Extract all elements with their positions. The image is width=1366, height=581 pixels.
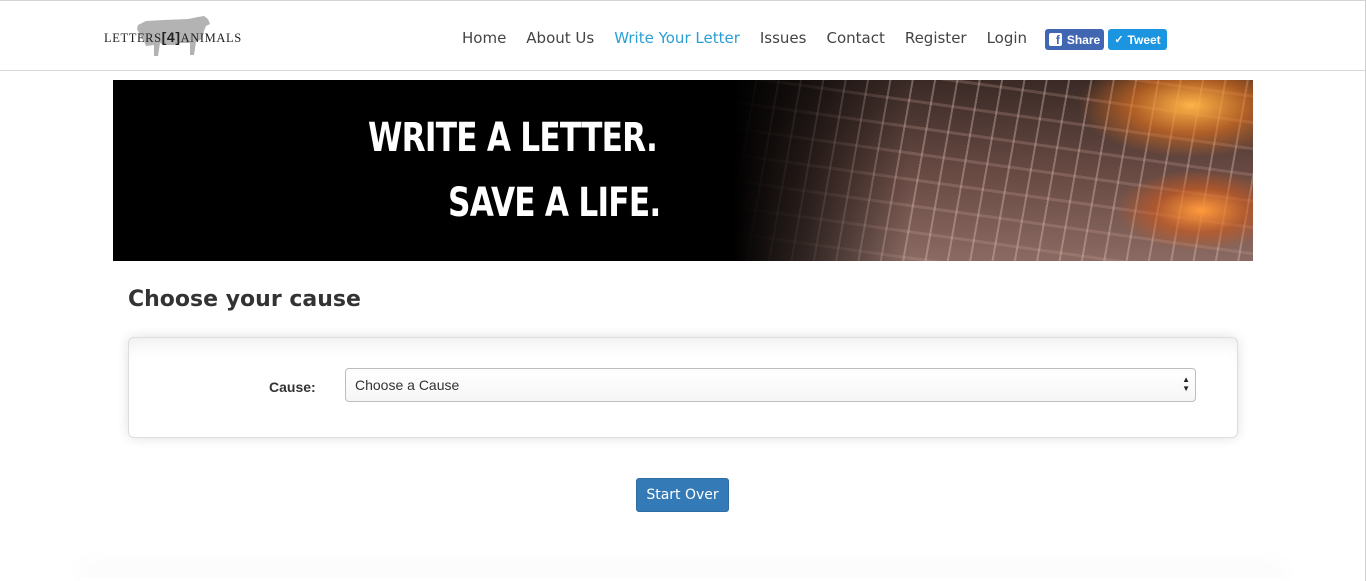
nav-write-your-letter[interactable]: Write Your Letter	[614, 29, 740, 47]
page-title: Choose your cause	[128, 287, 361, 312]
nav-contact[interactable]: Contact	[826, 29, 884, 47]
banner-headline-line2: SAVE A LIFE.	[448, 180, 661, 226]
logo-text-left: LETTERS	[104, 31, 162, 45]
cause-form-panel: Cause: Choose a Cause ▲ ▼	[128, 337, 1238, 438]
twitter-bird-icon: ✓	[1114, 34, 1124, 46]
select-arrows-icon: ▲ ▼	[1182, 375, 1190, 393]
nav-register[interactable]: Register	[905, 29, 967, 47]
cause-select-value: Choose a Cause	[355, 377, 460, 393]
site-logo[interactable]: LETTERS[4]ANIMALS	[104, 13, 249, 61]
nav-about-us[interactable]: About Us	[526, 29, 594, 47]
logo-wordmark: LETTERS[4]ANIMALS	[104, 29, 242, 46]
nav-home[interactable]: Home	[462, 29, 506, 47]
share-label: Share	[1066, 32, 1101, 47]
banner-headline-line1: WRITE A LETTER.	[368, 115, 658, 161]
tweet-label: Tweet	[1127, 32, 1161, 47]
facebook-share-button[interactable]: f Share	[1045, 29, 1104, 50]
tweet-button[interactable]: ✓ Tweet	[1108, 29, 1167, 50]
logo-text-right: ANIMALS	[180, 31, 242, 45]
top-navbar: LETTERS[4]ANIMALS Home About Us Write Yo…	[0, 0, 1366, 71]
cause-label: Cause:	[269, 379, 316, 395]
hero-banner: WRITE A LETTER. SAVE A LIFE.	[113, 80, 1253, 261]
facebook-icon: f	[1048, 33, 1062, 46]
logo-text-mid: [4]	[161, 29, 181, 45]
start-over-button[interactable]: Start Over	[636, 478, 729, 512]
nav-issues[interactable]: Issues	[760, 29, 807, 47]
main-nav: Home About Us Write Your Letter Issues C…	[452, 27, 1037, 49]
banner-photo	[733, 80, 1253, 261]
cause-select[interactable]: Choose a Cause ▲ ▼	[345, 368, 1196, 402]
nav-login[interactable]: Login	[987, 29, 1027, 47]
